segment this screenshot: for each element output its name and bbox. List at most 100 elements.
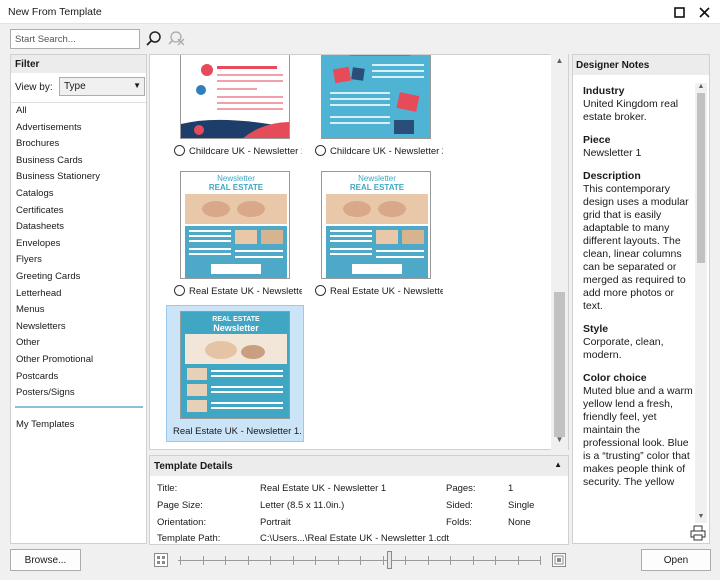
zoom-tick	[450, 556, 451, 565]
scroll-up-icon[interactable]: ▲	[551, 56, 568, 70]
zoom-out-icon[interactable]	[154, 553, 168, 567]
category-item[interactable]: Brochures	[11, 136, 146, 153]
zoom-tick	[405, 556, 406, 565]
category-item[interactable]: Business Cards	[11, 153, 146, 170]
zoom-slider-handle[interactable]	[387, 551, 392, 569]
category-item[interactable]: All	[11, 103, 146, 120]
close-icon[interactable]	[693, 2, 715, 22]
template-label: Childcare UK - Newsletter 1	[174, 145, 302, 157]
category-item[interactable]: Newsletters	[11, 319, 146, 336]
chevron-down-icon: ▼	[133, 81, 141, 90]
template-tile[interactable]: Newsletter REAL ESTATE Real Estate UK - …	[166, 165, 304, 302]
license-icon	[174, 285, 185, 296]
clear-search-icon[interactable]	[168, 30, 186, 48]
zoom-tick	[517, 556, 519, 565]
scroll-down-icon[interactable]: ▼	[695, 513, 707, 520]
pages-value: 1	[508, 483, 514, 494]
template-label: Real Estate UK - Newsletter 3	[315, 285, 443, 297]
search-bar	[0, 24, 720, 52]
category-item[interactable]: Datasheets	[11, 219, 146, 236]
zoom-slider-track[interactable]	[178, 560, 540, 561]
view-by-label: View by:	[15, 82, 53, 93]
scrollbar-thumb[interactable]	[554, 292, 565, 437]
svg-text:Newsletter: Newsletter	[213, 323, 259, 333]
category-item[interactable]: Greeting Cards	[11, 269, 146, 286]
template-tile[interactable]: Childcare UK - Newsletter 2	[307, 55, 445, 162]
notes-scrollbar[interactable]: ▲ ▼	[695, 83, 707, 523]
template-label: Real Estate UK - Newsletter 1.cdt	[173, 426, 301, 437]
collapse-icon[interactable]: ▲	[554, 460, 562, 469]
my-templates-item[interactable]: My Templates	[16, 419, 74, 430]
template-path-value: C:\Users...\Real Estate UK - Newsletter …	[260, 533, 450, 544]
zoom-tick	[540, 556, 541, 565]
category-item[interactable]: Flyers	[11, 252, 146, 269]
category-item[interactable]: Other	[11, 335, 146, 352]
zoom-tick	[180, 556, 181, 565]
license-icon	[174, 145, 185, 156]
zoom-tick	[382, 556, 384, 565]
page-size-label: Page Size:	[157, 500, 203, 511]
print-icon[interactable]	[690, 525, 706, 541]
scroll-down-icon[interactable]: ▼	[551, 435, 568, 449]
category-item[interactable]: Catalogs	[11, 186, 146, 203]
template-label: Real Estate UK - Newsletter 2	[174, 285, 302, 297]
category-item[interactable]: Letterhead	[11, 286, 146, 303]
template-tile[interactable]: Newsletter REAL ESTATE Real Estate UK - …	[307, 165, 445, 302]
view-by-dropdown[interactable]: Type ▼	[59, 77, 145, 96]
zoom-tick	[427, 556, 429, 565]
template-thumbnail: Newsletter REAL ESTATE	[180, 171, 290, 279]
note-heading: Description	[583, 170, 641, 182]
bottom-bar: Browse... Open	[0, 546, 720, 580]
template-thumbnail	[321, 55, 431, 139]
license-icon	[315, 145, 326, 156]
search-icon[interactable]	[145, 30, 163, 48]
category-item[interactable]: Menus	[11, 302, 146, 319]
scrollbar-thumb[interactable]	[697, 93, 705, 263]
category-item[interactable]: Posters/Signs	[11, 385, 146, 402]
gallery-scrollbar[interactable]: ▲ ▼	[551, 54, 568, 450]
note-text: Muted blue and a warm yellow lend a fres…	[583, 385, 693, 488]
orientation-label: Orientation:	[157, 517, 207, 528]
category-item[interactable]: Advertisements	[11, 120, 146, 137]
template-label: Childcare UK - Newsletter 2	[315, 145, 443, 157]
title-bar: New From Template	[0, 0, 720, 24]
template-gallery: Childcare UK - Newsletter 1 Childcare UK…	[149, 54, 569, 450]
template-details: Template Details ▲ Title: Real Estate UK…	[149, 455, 569, 545]
zoom-tick	[270, 556, 271, 565]
category-item[interactable]: Certificates	[11, 203, 146, 220]
filter-panel: Filter View by: Type ▼ All Advertisements…	[10, 54, 147, 544]
note-text: Corporate, clean, modern.	[583, 336, 664, 361]
designer-notes-panel: Designer Notes Industry United Kingdom re…	[572, 54, 710, 544]
browse-button[interactable]: Browse...	[10, 549, 81, 571]
template-tile[interactable]: Childcare UK - Newsletter 1	[166, 55, 304, 162]
zoom-tick	[292, 556, 294, 565]
category-item[interactable]: Business Stationery	[11, 169, 146, 186]
category-item[interactable]: Postcards	[11, 369, 146, 386]
note-text: This contemporary design uses a modular …	[583, 183, 689, 312]
template-details-heading[interactable]: Template Details ▲	[150, 456, 568, 476]
note-heading: Industry	[583, 85, 625, 97]
template-path-label: Template Path:	[157, 533, 221, 544]
scroll-up-icon[interactable]: ▲	[695, 83, 707, 90]
category-item[interactable]: Envelopes	[11, 236, 146, 253]
list-divider	[15, 406, 143, 408]
zoom-in-icon[interactable]	[552, 553, 566, 567]
svg-text:REAL ESTATE: REAL ESTATE	[212, 316, 260, 323]
svg-text:REAL ESTATE: REAL ESTATE	[350, 183, 405, 192]
page-size-value: Letter (8.5 x 11.0in.)	[260, 500, 345, 511]
filter-heading: Filter	[11, 55, 146, 73]
zoom-tick	[360, 556, 361, 565]
designer-notes-heading: Designer Notes	[573, 55, 709, 75]
designer-notes-content: Industry United Kingdom real estate broke…	[583, 85, 695, 520]
note-heading: Color choice	[583, 372, 647, 384]
template-tile-selected[interactable]: REAL ESTATE Newsletter Real Estate UK - …	[166, 305, 304, 442]
category-item[interactable]: Other Promotional	[11, 352, 146, 369]
note-heading: Piece	[583, 134, 611, 146]
svg-text:REAL ESTATE: REAL ESTATE	[209, 183, 264, 192]
view-by-value: Type	[64, 81, 86, 92]
search-input[interactable]	[10, 29, 140, 49]
zoom-tick	[315, 556, 316, 565]
title-value: Real Estate UK - Newsletter 1	[260, 483, 387, 494]
open-button[interactable]: Open	[641, 549, 711, 571]
maximize-icon[interactable]	[668, 2, 690, 22]
